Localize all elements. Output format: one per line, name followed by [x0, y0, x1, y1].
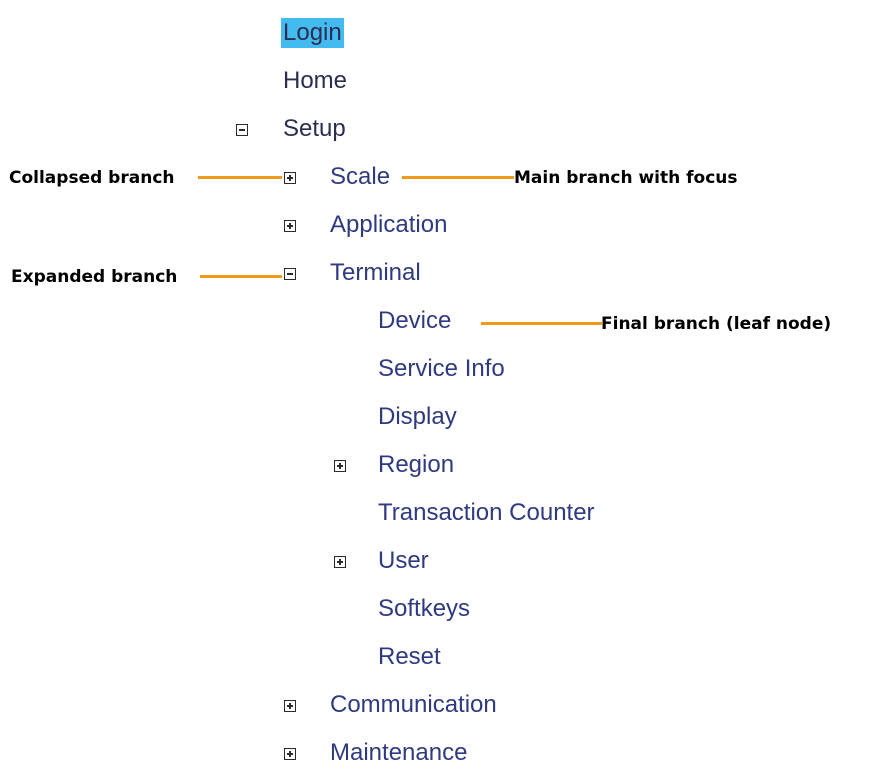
expand-icon[interactable] [284, 220, 296, 232]
expand-icon[interactable] [334, 556, 346, 568]
expand-icon[interactable] [284, 172, 296, 184]
callout-collapsed-branch: Collapsed branch [9, 168, 175, 188]
tree-node-softkeys[interactable]: Softkeys [378, 594, 470, 624]
tree-node-home[interactable]: Home [283, 66, 347, 96]
expand-icon[interactable] [334, 460, 346, 472]
tree-node-reset[interactable]: Reset [378, 642, 441, 672]
leader-line [402, 176, 514, 179]
collapse-icon[interactable] [236, 124, 248, 136]
tree-node-communication[interactable]: Communication [330, 690, 497, 720]
callout-main-branch-focus: Main branch with focus [514, 168, 738, 188]
tree-node-setup[interactable]: Setup [283, 114, 346, 144]
collapse-icon[interactable] [284, 268, 296, 280]
tree-node-login[interactable]: Login [281, 18, 344, 48]
tree-node-user[interactable]: User [378, 546, 429, 576]
tree-node-region[interactable]: Region [378, 450, 454, 480]
tree-node-scale[interactable]: Scale [330, 162, 390, 192]
expand-icon[interactable] [284, 700, 296, 712]
tree-node-terminal[interactable]: Terminal [330, 258, 421, 288]
tree-node-application[interactable]: Application [330, 210, 447, 240]
leader-line [200, 275, 282, 278]
leader-line [198, 176, 282, 179]
tree-node-device[interactable]: Device [378, 306, 451, 336]
leader-line [481, 322, 602, 325]
tree-node-service-info[interactable]: Service Info [378, 354, 505, 384]
callout-final-branch: Final branch (leaf node) [601, 314, 832, 334]
callout-expanded-branch: Expanded branch [11, 267, 178, 287]
tree-node-transaction-counter[interactable]: Transaction Counter [378, 498, 595, 528]
tree-node-display[interactable]: Display [378, 402, 457, 432]
expand-icon[interactable] [284, 748, 296, 760]
